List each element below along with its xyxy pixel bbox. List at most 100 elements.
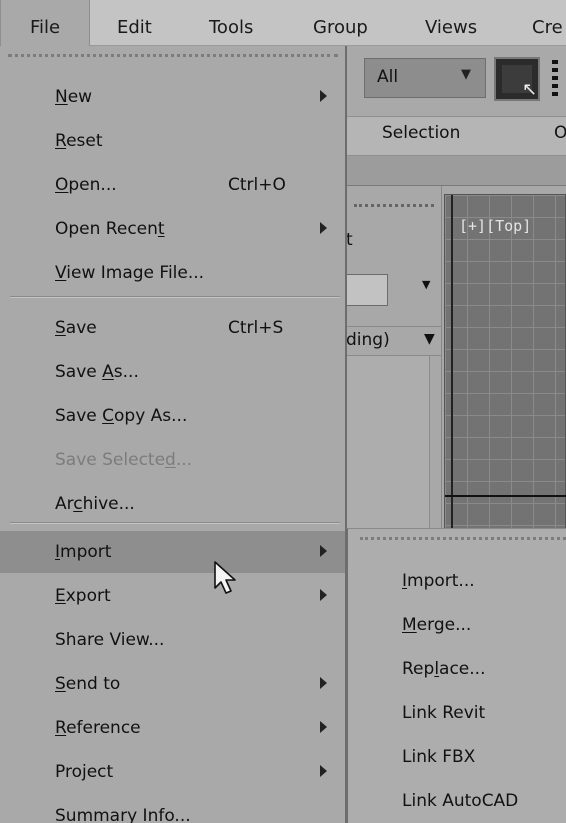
menu-item-open-recent[interactable]: Open Recent bbox=[0, 208, 345, 250]
selection-filter-dropdown[interactable]: All ▼ bbox=[364, 58, 486, 98]
mnemonic-letter: S bbox=[55, 674, 66, 694]
submenu-item-link-autocad[interactable]: Link AutoCAD bbox=[348, 779, 566, 823]
menu-item-save-copy-as[interactable]: Save Copy As... bbox=[0, 395, 345, 437]
shortcut-label: Ctrl+O bbox=[228, 175, 286, 195]
panel-dropdown-arrow-icon[interactable]: ▼ bbox=[422, 278, 430, 291]
select-object-button[interactable]: ↖ bbox=[494, 57, 540, 101]
menu-bar: File Edit Tools Group Views Cre bbox=[0, 0, 566, 47]
label-part: ... bbox=[175, 450, 193, 470]
menu-edit-label: Edit bbox=[117, 17, 152, 38]
file-menu: New Reset Open... Ctrl+O Open Recent View Ima… bbox=[0, 46, 347, 823]
menu-tools[interactable]: Tools bbox=[209, 0, 253, 46]
label-part: ace... bbox=[439, 659, 486, 679]
submenu-item-import[interactable]: Import... bbox=[348, 559, 566, 603]
menu-item-summary-info[interactable]: Summary Info... bbox=[0, 795, 345, 823]
submenu-item-link-fbx[interactable]: Link FBX bbox=[348, 735, 566, 779]
mnemonic-letter: c bbox=[73, 494, 83, 514]
label-part: mport bbox=[60, 542, 112, 562]
menu-item-new[interactable]: New bbox=[0, 76, 345, 118]
selection-filter-value: All bbox=[377, 67, 399, 87]
label-part: s... bbox=[113, 362, 139, 382]
menu-item-label: Project bbox=[55, 751, 113, 793]
menu-item-label: Send to bbox=[55, 663, 120, 705]
menu-item-save-selected: Save Selected... bbox=[0, 439, 345, 481]
submenu-arrow-icon bbox=[320, 589, 327, 601]
submenu-arrow-icon bbox=[320, 765, 327, 777]
menu-item-import[interactable]: Import bbox=[0, 531, 345, 573]
label-part: Share View... bbox=[55, 630, 165, 650]
submenu-item-label: Link FBX bbox=[402, 735, 475, 779]
menu-item-archive[interactable]: Archive... bbox=[0, 483, 345, 525]
sort-column-label: ding) bbox=[346, 330, 390, 350]
menu-item-label: Reference bbox=[55, 707, 141, 749]
menu-item-label: Save As... bbox=[55, 351, 139, 393]
menu-file-label: File bbox=[29, 17, 61, 38]
menu-views[interactable]: Views bbox=[425, 0, 477, 46]
label-part: eference bbox=[66, 718, 141, 738]
import-submenu: Import... Merge... Replace... Link Revit Lin… bbox=[346, 528, 566, 823]
menu-item-share-view[interactable]: Share View... bbox=[0, 619, 345, 661]
label-part: ave bbox=[65, 318, 97, 338]
mnemonic-letter: E bbox=[55, 586, 66, 606]
label-part: Rep bbox=[402, 659, 435, 679]
panel-title-fragment: t bbox=[346, 230, 353, 250]
menu-item-save[interactable]: Save Ctrl+S bbox=[0, 307, 345, 349]
sort-arrow-icon: ▼ bbox=[424, 331, 435, 347]
ribbon-tab-next[interactable]: O bbox=[554, 123, 566, 143]
menu-item-reset[interactable]: Reset bbox=[0, 120, 345, 162]
submenu-item-link-revit[interactable]: Link Revit bbox=[348, 691, 566, 735]
menu-item-save-as[interactable]: Save As... bbox=[0, 351, 345, 393]
viewport-label[interactable]: [+][Top] bbox=[459, 217, 531, 235]
menu-item-reference[interactable]: Reference bbox=[0, 707, 345, 749]
menu-tools-label: Tools bbox=[209, 17, 254, 38]
menu-file[interactable]: File bbox=[0, 0, 90, 47]
menu-item-project[interactable]: Project bbox=[0, 751, 345, 793]
mnemonic-letter: t bbox=[157, 219, 165, 239]
label-part: pen... bbox=[68, 175, 117, 195]
mouse-pointer-icon bbox=[214, 561, 236, 594]
menu-item-label: Open... bbox=[55, 164, 117, 206]
top-viewport[interactable]: [+][Top] bbox=[444, 194, 566, 540]
toolbar-separator bbox=[552, 60, 558, 96]
submenu-arrow-icon bbox=[320, 677, 327, 689]
menu-create[interactable]: Cre bbox=[532, 0, 563, 46]
menu-item-label: Open Recent bbox=[55, 208, 165, 250]
menu-tearoff-grip[interactable] bbox=[8, 54, 338, 57]
label-part: Link FBX bbox=[402, 747, 476, 767]
menu-item-open[interactable]: Open... Ctrl+O bbox=[0, 164, 345, 206]
label-part: Link Revit bbox=[402, 703, 486, 723]
submenu-item-replace[interactable]: Replace... bbox=[348, 647, 566, 691]
menu-item-export[interactable]: Export bbox=[0, 575, 345, 617]
mnemonic-letter: R bbox=[55, 718, 67, 738]
menu-item-send-to[interactable]: Send to bbox=[0, 663, 345, 705]
label-part: Open Recen bbox=[55, 219, 158, 239]
menu-edit[interactable]: Edit bbox=[117, 0, 152, 46]
label-part: xport bbox=[65, 586, 111, 606]
menu-item-label: Export bbox=[55, 575, 111, 617]
ribbon-tab-selection[interactable]: Selection bbox=[382, 123, 460, 143]
label-part: Summary Info... bbox=[55, 806, 191, 823]
submenu-item-label: Import... bbox=[402, 559, 475, 603]
menu-group-label: Group bbox=[313, 17, 368, 38]
shortcut-label: Ctrl+S bbox=[228, 318, 284, 338]
panel-search-field[interactable] bbox=[346, 274, 388, 306]
menu-group[interactable]: Group bbox=[313, 0, 368, 46]
submenu-arrow-icon bbox=[320, 90, 327, 102]
menu-views-label: Views bbox=[425, 17, 478, 38]
submenu-item-label: Merge... bbox=[402, 603, 471, 647]
submenu-tearoff-grip[interactable] bbox=[360, 537, 566, 540]
menu-item-label: Save bbox=[55, 307, 97, 349]
label-part: mport... bbox=[407, 571, 475, 591]
panel-grip bbox=[354, 204, 434, 207]
mnemonic-letter: R bbox=[55, 131, 67, 151]
sort-column-header[interactable]: ding) ▼ bbox=[346, 326, 442, 356]
submenu-item-label: Link AutoCAD bbox=[402, 779, 518, 823]
submenu-item-merge[interactable]: Merge... bbox=[348, 603, 566, 647]
label-part: Ar bbox=[55, 494, 74, 514]
label-part: eset bbox=[66, 131, 103, 151]
mnemonic-letter: O bbox=[55, 175, 69, 195]
menu-item-view-image-file[interactable]: View Image File... bbox=[0, 252, 345, 294]
label-part: ew bbox=[67, 87, 93, 107]
mnemonic-letter: d bbox=[165, 450, 176, 470]
viewport-axis-horizontal bbox=[445, 495, 566, 497]
